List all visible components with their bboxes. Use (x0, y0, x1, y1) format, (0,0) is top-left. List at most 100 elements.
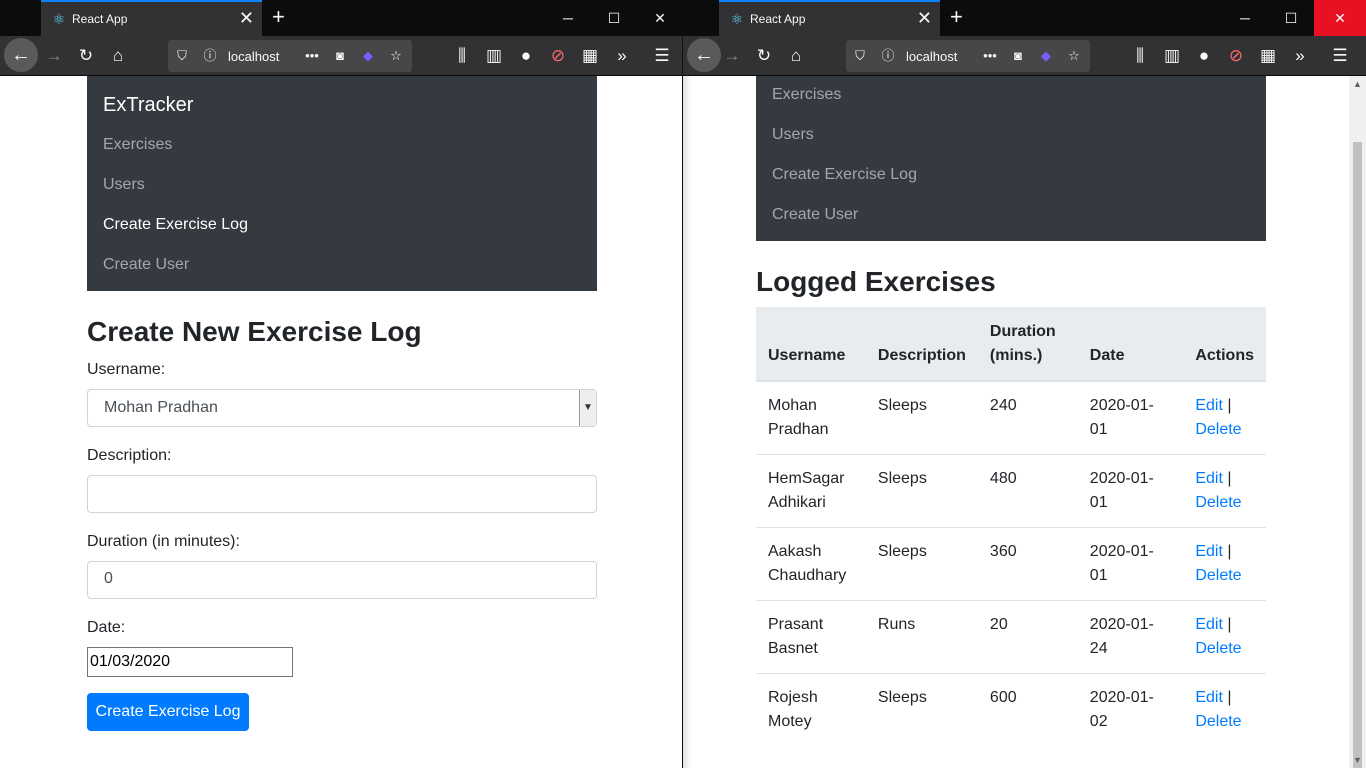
pocket-icon[interactable]: ◙ (1008, 46, 1028, 66)
column-header: Description (865, 307, 978, 382)
date-input[interactable]: 01/03/2020 (87, 647, 293, 677)
menu-icon[interactable]: ☰ (648, 42, 676, 70)
maximize-button[interactable]: ☐ (1268, 0, 1314, 36)
create-exercise-log-button[interactable]: Create Exercise Log (87, 693, 249, 731)
browser-toolbar: ← → ↻ ⌂ ⛉ ⓘ localhost ••• ◙ ◆ ☆ ⫼ ▥ ● ⊘ … (0, 36, 682, 76)
star-icon[interactable]: ☆ (386, 46, 406, 66)
table-header-row: Username Description Duration (mins.) Da… (756, 307, 1266, 382)
back-icon[interactable]: ← (687, 38, 721, 72)
reload-icon[interactable]: ↻ (72, 42, 100, 70)
chevron-down-icon[interactable]: ▼ (579, 390, 596, 426)
description-input[interactable] (87, 475, 597, 513)
duration-cell: 480 (977, 454, 1078, 528)
new-tab-icon[interactable]: + (950, 5, 963, 29)
tab-close-icon[interactable]: ✕ (239, 8, 254, 28)
delete-link[interactable]: Delete (1195, 421, 1241, 438)
url-bar[interactable]: ⛉ ⓘ localhost ••• ◙ ◆ ☆ (846, 40, 1090, 72)
blocker-icon[interactable]: ⊘ (544, 42, 572, 70)
home-icon[interactable]: ⌂ (104, 42, 132, 70)
nav-exercises[interactable]: Exercises (103, 136, 172, 154)
close-button[interactable]: ✕ (1314, 0, 1366, 36)
reload-icon[interactable]: ↻ (750, 42, 778, 70)
grid-icon[interactable]: ▦ (1254, 42, 1282, 70)
browser-tab[interactable]: ⚛ React App ✕ (41, 0, 262, 36)
duration-cell: 360 (977, 527, 1078, 601)
edit-link[interactable]: Edit (1195, 543, 1223, 560)
info-icon[interactable]: ⓘ (878, 46, 898, 66)
duration-cell: 20 (977, 600, 1078, 674)
edit-link[interactable]: Edit (1195, 616, 1223, 633)
description-cell: Runs (865, 600, 978, 674)
username-select[interactable]: Mohan Pradhan ▼ (87, 389, 597, 427)
scrollbar-thumb[interactable] (1353, 142, 1362, 768)
new-tab-icon[interactable]: + (272, 5, 285, 29)
shield-icon[interactable]: ⛉ (850, 46, 870, 66)
star-icon[interactable]: ☆ (1064, 46, 1084, 66)
blocker-icon[interactable]: ⊘ (1222, 42, 1250, 70)
page-content: Exercises Users Create Exercise Log Crea… (683, 76, 1366, 768)
browser-window-right: ⚛ React App ✕ + ─ ☐ ✕ ← → ↻ ⌂ ⛉ ⓘ localh… (683, 0, 1366, 768)
tab-close-icon[interactable]: ✕ (917, 8, 932, 28)
table-row: HemSagar Adhikari Sleeps 480 2020-01-01 Edit… (756, 454, 1266, 528)
sidebar-icon[interactable]: ▥ (480, 42, 508, 70)
username-cell: Aakash Chaudhary (756, 527, 866, 601)
overflow-icon[interactable]: » (608, 42, 636, 70)
nav-users[interactable]: Users (772, 126, 814, 144)
shield-icon[interactable]: ⛉ (172, 46, 192, 66)
nav-exercises[interactable]: Exercises (772, 86, 841, 104)
duration-cell: 240 (977, 380, 1078, 455)
description-cell: Sleeps (865, 527, 978, 601)
username-label: Username: (87, 361, 166, 378)
maximize-button[interactable]: ☐ (591, 0, 637, 36)
home-icon[interactable]: ⌂ (782, 42, 810, 70)
duration-input[interactable]: 0 (87, 561, 597, 599)
minimize-button[interactable]: ─ (545, 0, 591, 36)
extension-icon[interactable]: ◆ (358, 46, 378, 66)
extension-icon[interactable]: ◆ (1036, 46, 1056, 66)
nav-create-user[interactable]: Create User (772, 206, 858, 224)
site-navbar: Exercises Users Create Exercise Log Crea… (756, 76, 1266, 241)
menu-icon[interactable]: ☰ (1326, 42, 1354, 70)
account-icon[interactable]: ● (1190, 42, 1218, 70)
url-text[interactable]: localhost (228, 49, 280, 64)
nav-create-exercise-log[interactable]: Create Exercise Log (103, 216, 248, 234)
account-icon[interactable]: ● (512, 42, 540, 70)
forward-icon[interactable]: → (40, 42, 68, 70)
more-icon[interactable]: ••• (302, 46, 322, 66)
delete-link[interactable]: Delete (1195, 494, 1241, 511)
sidebar-icon[interactable]: ▥ (1158, 42, 1186, 70)
brand-link[interactable]: ExTracker (103, 94, 193, 117)
scroll-up-icon[interactable]: ▲ (1349, 76, 1366, 92)
pocket-icon[interactable]: ◙ (330, 46, 350, 66)
back-icon[interactable]: ← (4, 38, 38, 72)
library-icon[interactable]: ⫼ (1126, 42, 1154, 70)
forward-icon[interactable]: → (718, 42, 746, 70)
minimize-button[interactable]: ─ (1222, 0, 1268, 36)
delete-link[interactable]: Delete (1195, 567, 1241, 584)
nav-create-exercise-log[interactable]: Create Exercise Log (772, 166, 917, 184)
info-icon[interactable]: ⓘ (200, 46, 220, 66)
close-button[interactable]: ✕ (637, 0, 682, 36)
nav-create-user[interactable]: Create User (103, 256, 189, 274)
delete-link[interactable]: Delete (1195, 640, 1241, 657)
action-separator: | (1227, 689, 1232, 706)
description-label: Description: (87, 447, 172, 464)
scroll-down-icon[interactable]: ▼ (1349, 752, 1366, 768)
url-bar[interactable]: ⛉ ⓘ localhost ••• ◙ ◆ ☆ (168, 40, 412, 72)
overflow-icon[interactable]: » (1286, 42, 1314, 70)
browser-tab[interactable]: ⚛ React App ✕ (719, 0, 940, 36)
date-label: Date: (87, 619, 126, 636)
actions-cell: Edit | Delete (1183, 380, 1266, 455)
library-icon[interactable]: ⫼ (448, 42, 476, 70)
nav-users[interactable]: Users (103, 176, 145, 194)
scrollbar[interactable]: ▲ ▼ (1349, 76, 1366, 768)
url-text[interactable]: localhost (906, 49, 958, 64)
edit-link[interactable]: Edit (1195, 470, 1223, 487)
edit-link[interactable]: Edit (1195, 397, 1223, 414)
more-icon[interactable]: ••• (980, 46, 1000, 66)
delete-link[interactable]: Delete (1195, 713, 1241, 730)
edit-link[interactable]: Edit (1195, 689, 1223, 706)
tab-bar: ⚛ React App ✕ + ─ ☐ ✕ (683, 0, 1366, 36)
grid-icon[interactable]: ▦ (576, 42, 604, 70)
tab-title: React App (750, 12, 806, 26)
